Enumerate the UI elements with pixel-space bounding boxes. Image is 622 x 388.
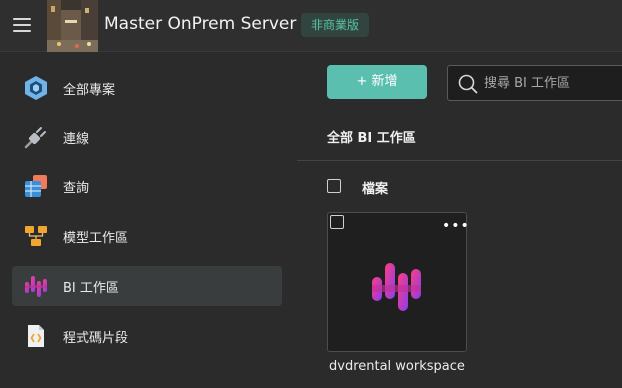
menu-icon[interactable] — [13, 18, 31, 32]
sidebar-item-label: 模型工作區 — [63, 231, 129, 246]
license-badge: 非商業版 — [301, 13, 370, 37]
sidebar-item-bi-workspace[interactable]: BI 工作區 — [12, 266, 282, 306]
files-column-header: 檔案 — [362, 182, 389, 197]
server-logo — [47, 0, 98, 52]
workspace-card-name[interactable]: dvdrental workspace — [329, 359, 465, 374]
divider — [297, 160, 622, 161]
sidebar-item-label: 全部專案 — [63, 83, 116, 98]
app-title: Master OnPrem Server — [104, 14, 297, 34]
connection-plug-icon — [23, 124, 49, 150]
top-bar: Master OnPrem Server 非商業版 — [0, 0, 622, 52]
sidebar-item-label: 程式碼片段 — [63, 331, 129, 346]
select-all-checkbox[interactable] — [327, 179, 341, 193]
sidebar-item-label: BI 工作區 — [63, 281, 119, 296]
page-title: 全部 BI 工作區 — [327, 131, 416, 146]
query-table-icon — [23, 173, 49, 199]
card-checkbox[interactable] — [330, 215, 344, 229]
sidebar-item-all-projects[interactable]: 全部專案 — [12, 68, 282, 108]
code-snippet-icon — [23, 323, 49, 349]
search-box[interactable] — [447, 65, 622, 101]
more-options-icon[interactable]: ••• — [442, 219, 469, 233]
new-button[interactable]: + 新增 — [327, 65, 427, 99]
main-content: + 新增 全部 BI 工作區 檔案 ••• — [297, 53, 622, 388]
model-workspace-icon — [23, 223, 49, 249]
sidebar-item-label: 連線 — [63, 132, 90, 147]
sidebar-item-model-workspace[interactable]: 模型工作區 — [12, 216, 282, 256]
sidebar-item-queries[interactable]: 查詢 — [12, 166, 282, 206]
sidebar-item-code-snippets[interactable]: 程式碼片段 — [12, 316, 282, 356]
search-icon — [458, 74, 478, 94]
bi-workspace-icon — [23, 273, 49, 299]
sidebar-item-label: 查詢 — [63, 181, 90, 196]
sidebar-item-connections[interactable]: 連線 — [12, 117, 282, 157]
search-input[interactable] — [484, 66, 622, 100]
bi-workspace-icon — [370, 259, 426, 315]
workspace-card[interactable]: ••• — [327, 212, 469, 352]
sidebar: 全部專案 連線 查詢 模型工作區 BI 工作區 程式碼片段 — [0, 53, 297, 388]
all-projects-icon — [23, 75, 49, 101]
